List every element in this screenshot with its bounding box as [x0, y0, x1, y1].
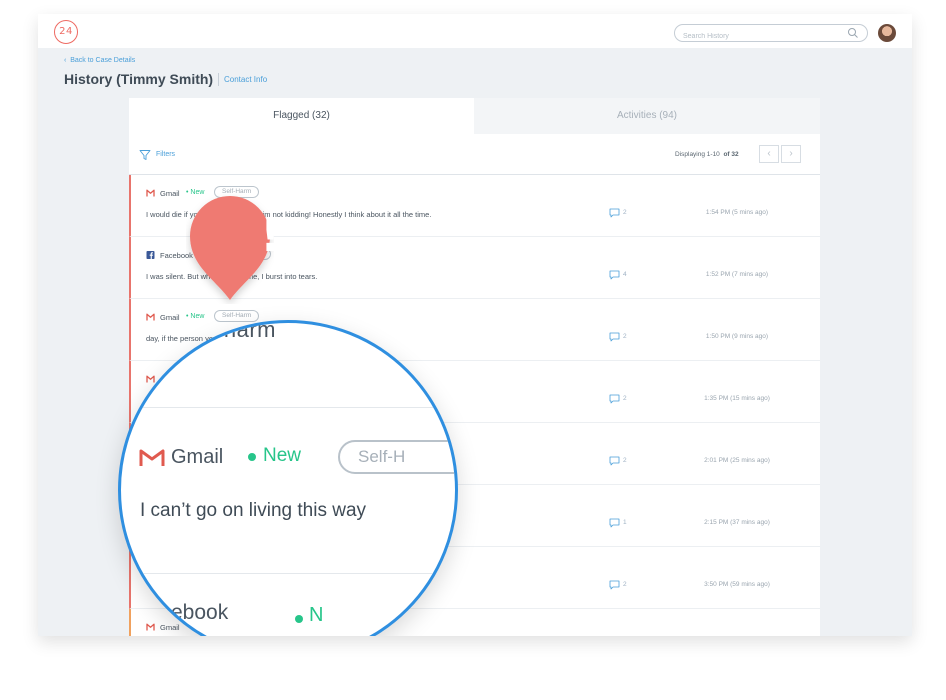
timestamp: 1:54 PM (5 mins ago)	[705, 209, 769, 216]
timestamp: 1:52 PM (7 mins ago)	[705, 271, 769, 278]
comment-icon[interactable]	[609, 580, 620, 590]
facebook-icon	[146, 251, 155, 259]
gmail-icon	[146, 189, 155, 197]
timestamp: 2:15 PM (37 mins ago)	[704, 519, 770, 526]
top-bar: 24	[38, 14, 912, 48]
lens-tag-pill: Self-H	[338, 440, 455, 474]
app-window: 24 ‹ Back to Case Details History (Timmy…	[38, 14, 912, 636]
comment-icon[interactable]	[609, 332, 620, 342]
comment-icon[interactable]	[609, 270, 620, 280]
back-link-label[interactable]: Back to Case Details	[70, 57, 135, 64]
contact-info-link[interactable]: Contact Info	[224, 75, 267, 84]
comment-count: 2	[623, 395, 627, 402]
comment-count: 2	[623, 581, 627, 588]
comment-count: 2	[623, 457, 627, 464]
gmail-icon	[146, 313, 155, 321]
gmail-icon	[139, 449, 165, 466]
lens-status: New	[263, 445, 302, 466]
timestamp: 3:50 PM (59 mins ago)	[704, 581, 770, 588]
display-range: Displaying 1-10	[675, 151, 720, 158]
comment-count: 2	[623, 333, 627, 340]
back-to-case-link[interactable]: ‹ Back to Case Details	[64, 57, 135, 64]
lens-second-status: N	[309, 604, 324, 626]
lens-second-source: ebook	[171, 601, 229, 624]
lens-source: Gmail	[171, 446, 224, 468]
search-box[interactable]	[674, 24, 868, 45]
lens-divider	[121, 407, 455, 408]
gmail-icon	[146, 375, 155, 383]
tag-pill[interactable]: Self-Harm	[214, 310, 260, 322]
search-input[interactable]	[675, 28, 825, 45]
comment-icon[interactable]	[609, 518, 620, 528]
lens-message: I can’t go on living this way	[140, 500, 367, 521]
timestamp: 1:50 PM (9 mins ago)	[705, 333, 769, 340]
source-name: Gmail	[160, 313, 180, 322]
prev-page-button[interactable]: ‹	[759, 145, 779, 163]
page-title: History (Timmy Smith)	[64, 71, 214, 87]
gmail-icon	[146, 623, 155, 631]
source-name: Gmail	[160, 189, 180, 198]
tab-flagged[interactable]: Flagged (32)	[129, 98, 474, 134]
filters-button[interactable]: Filters	[156, 151, 175, 158]
title-divider	[218, 73, 219, 86]
timestamp: 2:01 PM (25 mins ago)	[704, 457, 770, 464]
search-icon[interactable]	[847, 27, 859, 39]
comment-icon[interactable]	[609, 208, 620, 218]
timestamp: 1:35 PM (15 mins ago)	[704, 395, 770, 402]
status-dot	[248, 453, 256, 461]
user-avatar[interactable]	[878, 24, 896, 42]
display-total: of 32	[723, 151, 739, 158]
app-logo[interactable]: 24	[54, 20, 78, 44]
comment-count: 2	[623, 209, 627, 216]
status-label: • New	[186, 313, 205, 320]
next-page-button[interactable]: ›	[781, 145, 801, 163]
filter-icon[interactable]	[139, 149, 151, 161]
lens-divider-2	[121, 573, 455, 574]
comment-count: 1	[623, 519, 627, 526]
comment-count: 4	[623, 271, 627, 278]
alert-exclamation: !	[260, 208, 281, 262]
status-dot	[295, 615, 303, 623]
display-count: Displaying 1-10 of 32	[675, 151, 739, 158]
status-text: New	[190, 313, 205, 320]
tab-activities[interactable]: Activities (94)	[474, 98, 820, 134]
lens-tag-text: self harm	[181, 320, 276, 342]
comment-icon[interactable]	[609, 456, 620, 466]
comment-icon[interactable]	[609, 394, 620, 404]
